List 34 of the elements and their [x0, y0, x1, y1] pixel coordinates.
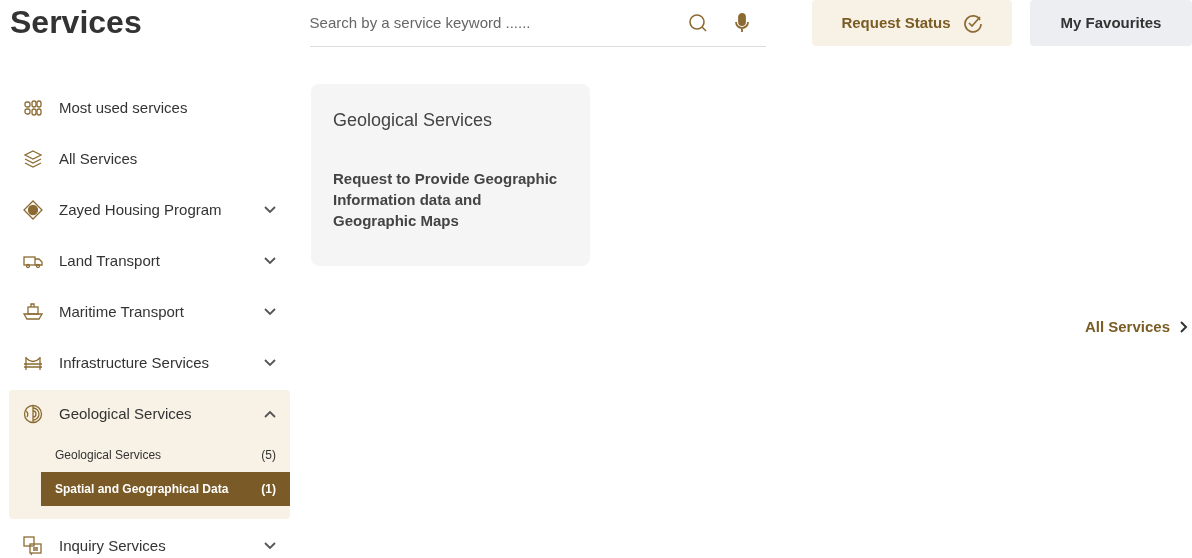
microphone-icon[interactable] — [734, 13, 750, 33]
sidebar-item[interactable]: All Services — [9, 139, 290, 179]
search-field[interactable]: Search by a service keyword ...... — [309, 11, 688, 35]
request-status-button[interactable]: Request Status — [812, 0, 1012, 46]
sidebar-item[interactable]: Infrastructure Services — [9, 343, 290, 383]
chevron-down-icon — [264, 542, 276, 550]
chevron-down-icon — [264, 257, 276, 265]
card-title: Geological Services — [333, 109, 494, 132]
chevron-down-icon — [264, 206, 276, 214]
sidebar-item[interactable]: Most used services — [9, 88, 290, 128]
diamond-icon — [23, 200, 43, 220]
chevron-down-icon — [264, 308, 276, 316]
globe-icon — [23, 404, 43, 424]
grid-icon — [23, 98, 43, 118]
sidebar-item[interactable]: Zayed Housing Program — [9, 190, 290, 230]
chevron-down-icon — [264, 359, 276, 367]
sidebar-item[interactable]: Maritime Transport — [9, 292, 290, 332]
sidebar-item[interactable]: Land Transport — [9, 241, 290, 281]
page-title: Services — [10, 3, 143, 42]
favourites-button[interactable]: My Favourites — [1030, 0, 1192, 46]
chevron-right-icon — [1180, 321, 1188, 334]
service-link[interactable]: Request to Provide Geographic Information data and Geographic Maps — [333, 168, 563, 231]
sidebar-subitem[interactable]: Geological Services (5) — [41, 438, 290, 472]
sidebar-item[interactable]: Geological Services — [9, 394, 290, 434]
chat-icon — [23, 536, 43, 556]
search-icon[interactable] — [688, 13, 708, 33]
layers-icon — [23, 149, 43, 169]
all-services-link[interactable]: All Services — [1084, 316, 1188, 339]
chevron-up-icon — [264, 410, 276, 418]
service-card[interactable]: Geological Services Request to Provide Geographic Information data and Geographic Maps — [311, 84, 590, 266]
check-circle-icon — [962, 13, 983, 33]
sidebar-item[interactable]: Inquiry Services — [9, 526, 290, 558]
sidebar-subitem[interactable]: Spatial and Geographical Data (1) — [41, 472, 290, 506]
ship-icon — [23, 302, 43, 322]
